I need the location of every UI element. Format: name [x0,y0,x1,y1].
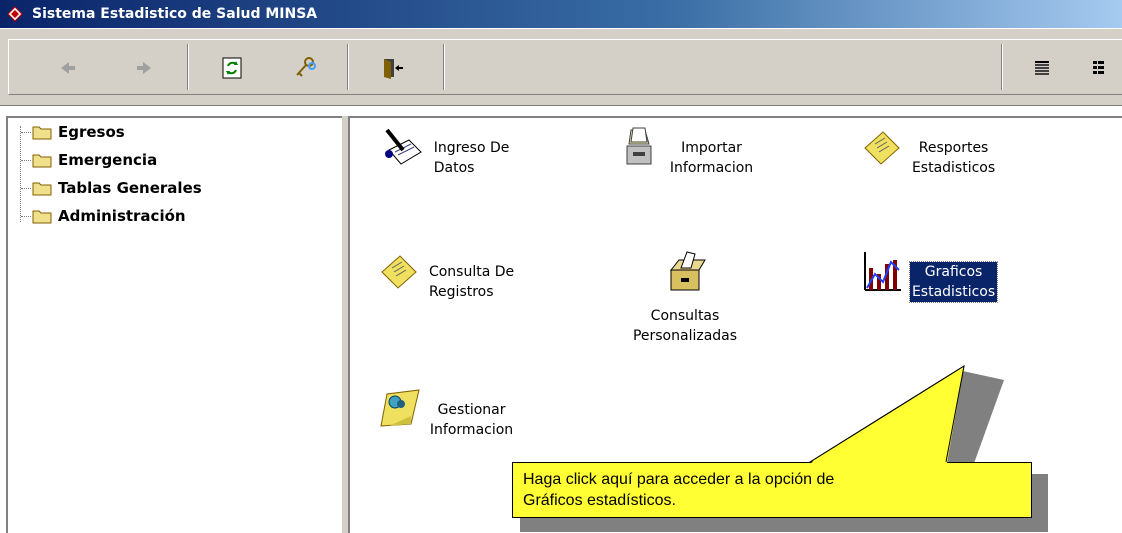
tree-connector [20,126,21,222]
title-bar: Sistema Estadistico de Salud MINSA [0,0,1122,28]
item-label-line: Registros [428,284,494,300]
folder-icon [32,126,52,140]
resportes-estadisticos-item[interactable]: Resportes Estadisticos [852,124,1002,178]
detail-view-icon[interactable] [1085,53,1115,83]
ingreso-de-datos-item[interactable]: Ingreso De Datos [370,124,520,178]
help-callout: Haga click aquí para acceder a la opción… [512,462,1032,518]
item-label: Resportes Estadisticos [910,138,997,178]
item-label-line: Datos [433,160,475,176]
forward-arrow-icon[interactable] [129,53,159,83]
item-label: Consulta De Registros [427,262,516,302]
back-arrow-icon[interactable] [53,53,83,83]
item-label: Consultas Personalizadas [631,306,739,346]
item-label-line: Informacion [429,422,514,438]
exit-door-icon[interactable] [377,53,407,83]
app-icon [7,6,23,22]
tree-connector [21,216,31,217]
item-label: Graficos Estadisticos [908,261,999,303]
folder-icon [32,210,52,224]
tree-item-label: Administración [58,207,186,225]
navigation-tree: Egresos Emergencia Tablas Generales Admi… [6,116,342,533]
tree-connector [21,188,31,189]
bar-chart-icon [863,252,901,291]
item-label-line: Resportes [918,140,989,156]
importar-informacion-item[interactable]: Importar Informacion [610,124,760,178]
item-label-line: Informacion [669,160,754,176]
folder-icon [32,154,52,168]
consulta-de-registros-item[interactable]: Consulta De Registros [370,248,520,302]
tree-connector [21,160,31,161]
toolbar-separator [347,44,349,90]
item-label-line: Estadisticos [911,284,996,300]
sticky-note-icon [864,131,900,165]
folder-icon [32,182,52,196]
callout-line: Haga click aquí para acceder a la opción… [523,471,835,488]
item-label-line: Graficos [924,264,983,280]
window-title: Sistema Estadistico de Salud MINSA [32,6,318,22]
toolbar-separator [1001,44,1003,90]
item-label-line: Consulta De [428,264,515,280]
file-box-icon [669,251,706,291]
tree-item-label: Emergencia [58,151,158,169]
toolbar [0,28,1122,106]
cabinet-folder-icon [626,127,652,165]
consultas-personalizadas-item[interactable]: Consultas Personalizadas [610,248,760,346]
sticky-note-icon [381,255,417,289]
callout-line: Gráficos estadísticos. [523,492,676,509]
item-label-line: Personalizadas [632,328,738,344]
pin-note-icon [380,389,420,427]
item-label-line: Ingreso De [433,140,510,156]
keys-icon[interactable] [289,53,319,83]
list-view-icon[interactable] [1027,53,1057,83]
gestionar-informacion-item[interactable]: Gestionar Informacion [370,386,520,440]
item-label-line: Estadisticos [911,160,996,176]
toolbar-band [8,39,1122,95]
tree-item-label: Egresos [58,123,125,141]
item-label: Importar Informacion [668,138,755,178]
toolbar-separator [443,44,445,90]
refresh-icon[interactable] [217,53,247,83]
item-label-line: Gestionar [437,402,506,418]
item-label: Ingreso De Datos [432,138,512,178]
toolbar-separator [187,44,189,90]
tree-item-label: Tablas Generales [58,179,202,197]
notepad-pencil-icon [384,128,422,165]
item-label-line: Importar [681,140,742,156]
item-label: Gestionar Informacion [428,400,515,440]
graficos-estadisticos-item[interactable]: Graficos Estadisticos [852,248,1002,303]
item-label-line: Consultas [650,308,720,324]
tree-connector [21,132,31,133]
